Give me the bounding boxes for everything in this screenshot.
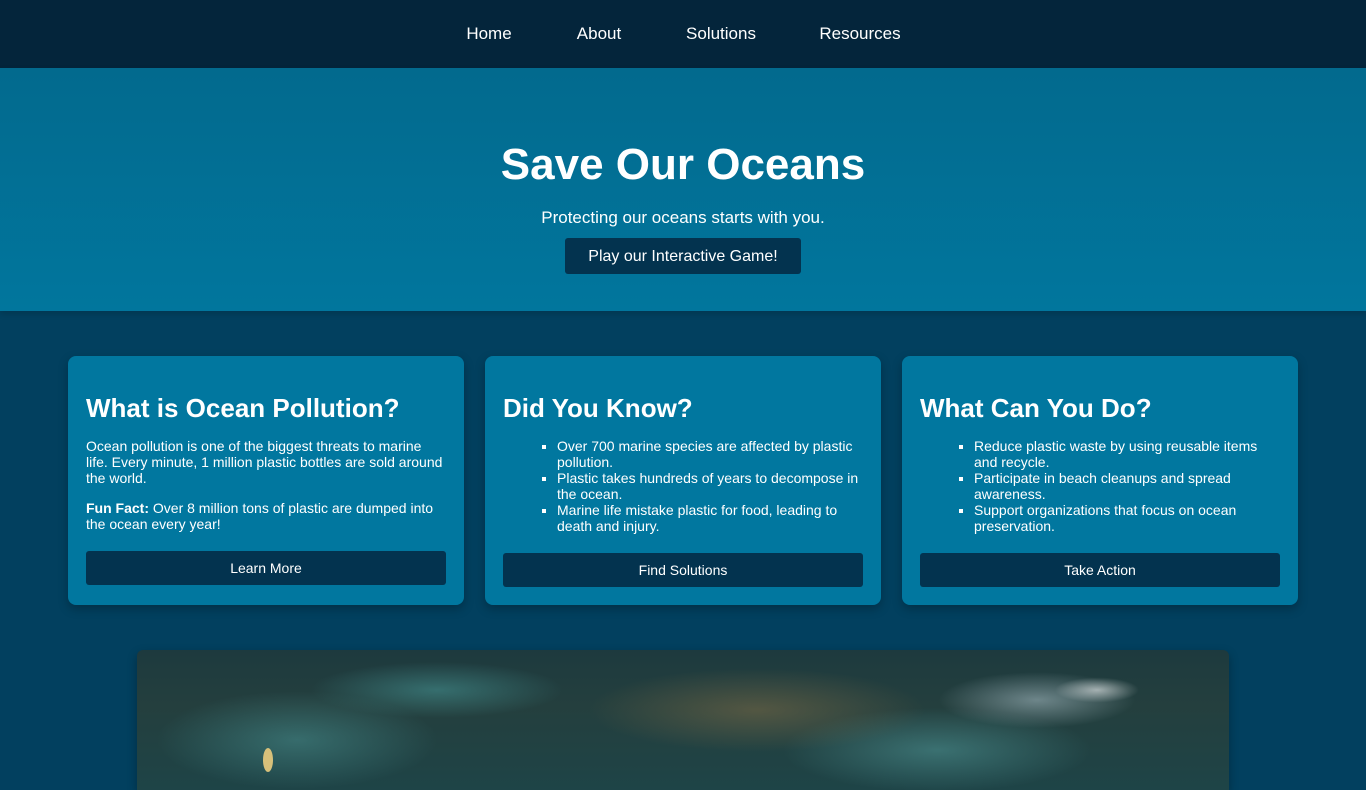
card-title: What is Ocean Pollution? <box>86 393 400 423</box>
learn-more-button[interactable]: Learn More <box>86 551 446 585</box>
card-did-you-know: Did You Know? Over 700 marine species ar… <box>485 356 881 605</box>
list-item: Support organizations that focus on ocea… <box>974 502 1280 534</box>
nav-home-link[interactable]: Home <box>434 24 544 44</box>
card-body: Reduce plastic waste by using reusable i… <box>920 438 1280 534</box>
find-solutions-button[interactable]: Find Solutions <box>503 553 863 587</box>
nav-solutions-link[interactable]: Solutions <box>654 24 788 44</box>
card-title: Did You Know? <box>503 393 693 423</box>
actions-list: Reduce plastic waste by using reusable i… <box>920 438 1280 534</box>
card-what-can-you-do: What Can You Do? Reduce plastic waste by… <box>902 356 1298 605</box>
list-item: Reduce plastic waste by using reusable i… <box>974 438 1280 470</box>
hero-subtitle: Protecting our oceans starts with you. <box>541 208 825 227</box>
card-ocean-pollution: What is Ocean Pollution? Ocean pollution… <box>68 356 464 605</box>
photo-detail <box>263 748 273 772</box>
list-item: Marine life mistake plastic for food, le… <box>557 502 863 534</box>
take-action-button[interactable]: Take Action <box>920 553 1280 587</box>
ocean-photo <box>137 650 1229 790</box>
top-nav: Home About Solutions Resources <box>0 0 1366 68</box>
card-body: Over 700 marine species are affected by … <box>503 438 863 534</box>
info-cards: What is Ocean Pollution? Ocean pollution… <box>0 311 1366 650</box>
card-body: Ocean pollution is one of the biggest th… <box>86 438 446 546</box>
list-item: Participate in beach cleanups and spread… <box>974 470 1280 502</box>
play-game-button[interactable]: Play our Interactive Game! <box>565 238 801 274</box>
list-item: Over 700 marine species are affected by … <box>557 438 863 470</box>
card-paragraph: Ocean pollution is one of the biggest th… <box>86 438 443 486</box>
nav-about-link[interactable]: About <box>544 24 654 44</box>
nav-resources-link[interactable]: Resources <box>788 24 932 44</box>
card-title: What Can You Do? <box>920 393 1152 423</box>
fun-fact: Fun Fact: Over 8 million tons of plastic… <box>86 500 446 532</box>
hero-title: Save Our Oceans <box>500 140 866 189</box>
hero-section: Save Our Oceans Protecting our oceans st… <box>0 68 1366 311</box>
fun-fact-label: Fun Fact: <box>86 500 149 516</box>
facts-list: Over 700 marine species are affected by … <box>503 438 863 534</box>
list-item: Plastic takes hundreds of years to decom… <box>557 470 863 502</box>
